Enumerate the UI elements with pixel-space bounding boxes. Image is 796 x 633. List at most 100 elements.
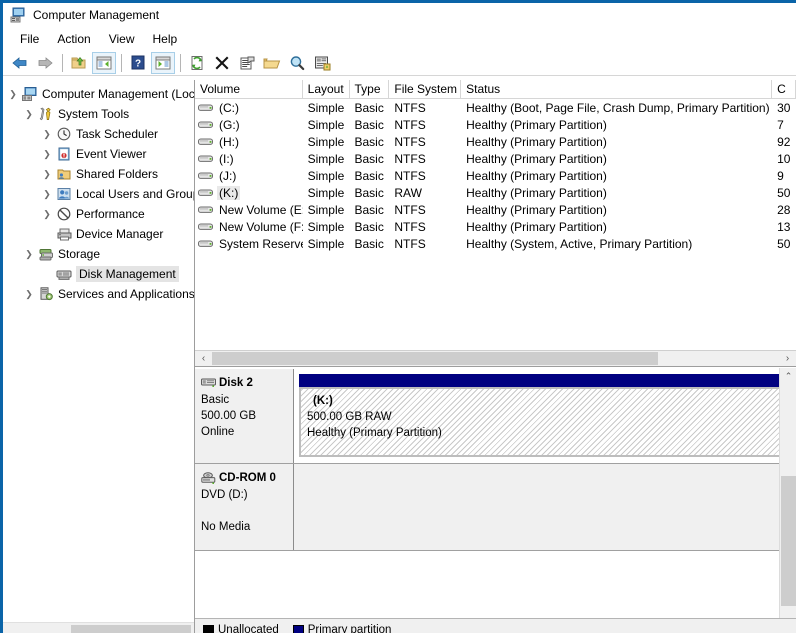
properties-icon[interactable] bbox=[235, 52, 259, 74]
disk-legend: Unallocated Primary partition bbox=[195, 618, 796, 633]
delete-icon[interactable] bbox=[210, 52, 234, 74]
disk-info-cdrom0[interactable]: CD-ROM 0 DVD (D:) No Media bbox=[195, 464, 294, 550]
help-icon[interactable]: ? bbox=[126, 52, 150, 74]
chevron-right-icon[interactable]: ❯ bbox=[39, 149, 55, 160]
menu-help[interactable]: Help bbox=[144, 30, 187, 48]
sidebar-item-disk-management[interactable]: Disk Management bbox=[3, 264, 194, 284]
cell-volume: (K:) bbox=[195, 185, 303, 200]
cdrom-title: CD-ROM 0 bbox=[201, 470, 287, 486]
event-viewer-icon bbox=[55, 147, 73, 161]
cell-status: Healthy (Primary Partition) bbox=[466, 219, 607, 234]
chevron-right-icon[interactable]: ❯ bbox=[39, 189, 55, 200]
cell-status: Healthy (Primary Partition) bbox=[466, 185, 607, 200]
services-icon bbox=[37, 287, 55, 301]
chevron-right-icon[interactable]: ❯ bbox=[39, 209, 55, 220]
table-row[interactable]: (J:) Simple Basic NTFS Healthy (Primary Part… bbox=[195, 167, 796, 184]
table-row[interactable]: (C:) Simple Basic NTFS Healthy (Boot, Page F… bbox=[195, 99, 796, 116]
cell-filesystem: NTFS bbox=[394, 202, 426, 217]
cell-layout: Simple bbox=[307, 117, 345, 132]
column-header-status[interactable]: Status bbox=[461, 80, 773, 98]
column-header-file-system[interactable]: File System bbox=[389, 80, 462, 98]
show-hide-action-pane-icon[interactable] bbox=[151, 51, 175, 74]
disk-row-disk2[interactable]: Disk 2 Basic 500.00 GB Online (K:) 500.0… bbox=[195, 369, 796, 464]
volume-label: (C:) bbox=[219, 100, 239, 115]
disk-icon bbox=[201, 377, 217, 389]
chevron-down-icon[interactable]: ❯ bbox=[5, 89, 21, 100]
main-body: ❯ Computer Management (Local ❯ System To… bbox=[3, 80, 796, 633]
scrollbar-thumb[interactable] bbox=[212, 352, 658, 365]
cell-type: Basic bbox=[354, 151, 384, 166]
disk-info-disk2[interactable]: Disk 2 Basic 500.00 GB Online bbox=[195, 369, 294, 463]
cell-layout: Simple bbox=[307, 168, 345, 183]
cell-volume: (H:) bbox=[195, 135, 303, 149]
disk-row-cdrom0[interactable]: CD-ROM 0 DVD (D:) No Media bbox=[195, 464, 796, 551]
cdrom-name: CD-ROM 0 bbox=[219, 472, 276, 484]
tree-item-computer-management[interactable]: ❯ Computer Management (Local bbox=[3, 84, 194, 104]
chevron-right-icon[interactable]: ❯ bbox=[39, 129, 55, 140]
tree-item-services-and-applications[interactable]: ❯ Services and Applications bbox=[3, 284, 194, 304]
toolbar-separator bbox=[180, 53, 181, 72]
performance-icon bbox=[55, 207, 73, 221]
show-hide-console-tree-icon[interactable] bbox=[92, 51, 116, 74]
up-one-level-icon[interactable] bbox=[67, 52, 91, 74]
column-header-volume[interactable]: Volume bbox=[195, 80, 303, 98]
forward-icon[interactable] bbox=[33, 52, 57, 74]
table-row[interactable]: (G:) Simple Basic NTFS Healthy (Primary Part… bbox=[195, 116, 796, 133]
tree-item-local-users-and-groups[interactable]: ❯ Local Users and Groups bbox=[3, 184, 194, 204]
tree-item-device-manager[interactable]: Device Manager bbox=[3, 224, 194, 244]
column-header-type[interactable]: Type bbox=[350, 80, 390, 98]
table-row[interactable]: (I:) Simple Basic NTFS Healthy (Primary Part… bbox=[195, 150, 796, 167]
legend-item-unallocated: Unallocated bbox=[203, 624, 279, 633]
partition-details[interactable]: (K:) 500.00 GB RAW Healthy (Primary Part… bbox=[299, 387, 792, 457]
chevron-right-icon[interactable]: ❯ bbox=[21, 289, 37, 300]
scroll-left-arrow-icon[interactable]: ‹ bbox=[195, 351, 212, 366]
volume-list: Volume Layout Type File System Status C … bbox=[195, 80, 796, 364]
legend-swatch-unallocated bbox=[203, 624, 214, 633]
scrollbar-thumb[interactable] bbox=[71, 625, 191, 633]
column-header-capacity[interactable]: C bbox=[772, 80, 796, 98]
scrollbar-thumb[interactable] bbox=[781, 476, 796, 606]
tree-item-performance[interactable]: ❯ Performance bbox=[3, 204, 194, 224]
scrollbar-track[interactable] bbox=[212, 351, 779, 366]
tree-item-storage[interactable]: ❯ Storage bbox=[3, 244, 194, 264]
cdrom-empty-area bbox=[294, 464, 796, 550]
chevron-right-icon[interactable]: ❯ bbox=[39, 169, 55, 180]
table-row[interactable]: System Reserved Simple Basic NTFS Healthy (S… bbox=[195, 235, 796, 252]
back-icon[interactable] bbox=[8, 52, 32, 74]
toolbar-separator bbox=[121, 53, 122, 72]
partition-name: (K:) bbox=[313, 395, 333, 407]
scroll-right-arrow-icon[interactable]: › bbox=[779, 351, 796, 366]
tree-item-system-tools[interactable]: ❯ System Tools bbox=[3, 104, 194, 124]
scroll-up-arrow-icon[interactable]: ⌃ bbox=[780, 368, 796, 385]
menu-file[interactable]: File bbox=[11, 30, 48, 48]
table-row[interactable]: (H:) Simple Basic NTFS Healthy (Primary Part… bbox=[195, 133, 796, 150]
chevron-down-icon[interactable]: ❯ bbox=[21, 109, 37, 120]
disk-management-icon bbox=[55, 268, 73, 281]
tree-horizontal-scrollbar[interactable] bbox=[3, 622, 194, 633]
open-folder-icon[interactable] bbox=[260, 52, 284, 74]
disk-view-vertical-scrollbar[interactable]: ⌃ ⌄ bbox=[779, 368, 796, 633]
tree-item-event-viewer[interactable]: ❯ Event Viewer bbox=[3, 144, 194, 164]
partition-k[interactable]: (K:) 500.00 GB RAW Healthy (Primary Part… bbox=[299, 374, 792, 457]
table-row[interactable]: (K:) Simple Basic RAW Healthy (Primary Parti… bbox=[195, 184, 796, 201]
find-icon[interactable] bbox=[285, 52, 309, 74]
console-tree-pane: ❯ Computer Management (Local ❯ System To… bbox=[3, 80, 195, 633]
table-row[interactable]: New Volume (F:) Simple Basic NTFS Healthy (P… bbox=[195, 218, 796, 235]
menu-action[interactable]: Action bbox=[48, 30, 99, 48]
tree-item-task-scheduler[interactable]: ❯ Task Scheduler bbox=[3, 124, 194, 144]
drive-icon bbox=[198, 119, 214, 131]
tree-item-label: Performance bbox=[76, 207, 145, 221]
chevron-down-icon[interactable]: ❯ bbox=[21, 249, 37, 260]
cell-volume: New Volume (E:) bbox=[195, 203, 303, 217]
toolbar-separator bbox=[62, 53, 63, 72]
tree-item-shared-folders[interactable]: ❯ Shared Folders bbox=[3, 164, 194, 184]
volume-list-horizontal-scrollbar[interactable]: ‹ › bbox=[195, 350, 796, 367]
menu-view[interactable]: View bbox=[100, 30, 144, 48]
table-row[interactable]: New Volume (E:) Simple Basic NTFS Healthy (P… bbox=[195, 201, 796, 218]
storage-icon bbox=[37, 248, 55, 261]
cell-layout: Simple bbox=[307, 100, 345, 115]
refresh-icon[interactable] bbox=[185, 52, 209, 74]
rescan-disks-icon[interactable] bbox=[310, 52, 334, 74]
volume-label: New Volume (E:) bbox=[219, 202, 303, 217]
column-header-layout[interactable]: Layout bbox=[303, 80, 350, 98]
